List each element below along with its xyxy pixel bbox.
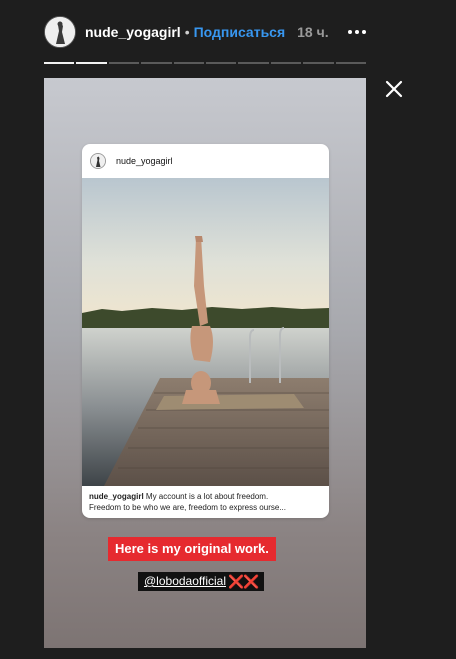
progress-segment xyxy=(44,62,75,64)
caption-text-line2: Freedom to be who we are, freedom to exp… xyxy=(89,503,286,512)
story-header: nude_yogagirl • Подписаться 18 ч. xyxy=(44,14,366,50)
progress-segment xyxy=(108,62,140,64)
caption-username: nude_yogagirl xyxy=(89,492,144,501)
timestamp: 18 ч. xyxy=(297,24,329,40)
avatar[interactable] xyxy=(44,16,76,48)
username[interactable]: nude_yogagirl xyxy=(85,24,181,40)
story-progress xyxy=(44,62,367,64)
post-photo xyxy=(82,178,329,486)
post-avatar xyxy=(90,153,106,169)
cross-mark-emoji: ❌❌ xyxy=(228,574,259,589)
close-icon[interactable] xyxy=(384,79,404,99)
more-options-icon[interactable] xyxy=(340,26,366,38)
progress-segment xyxy=(206,62,237,64)
post-header: nude_yogagirl xyxy=(82,144,329,178)
avatar-image xyxy=(45,17,75,47)
progress-segment xyxy=(270,62,302,64)
separator-dot: • xyxy=(184,24,190,40)
progress-segment xyxy=(141,62,172,64)
progress-segment xyxy=(335,62,367,64)
story-canvas[interactable]: nude_yogagirl nude_yogagirl My account i… xyxy=(44,78,366,648)
caption-text-line1: My account is a lot about freedom. xyxy=(143,492,269,501)
text-sticker: Here is my original work. xyxy=(108,537,276,561)
subscribe-button[interactable]: Подписаться xyxy=(194,24,286,40)
progress-segment xyxy=(173,62,205,64)
shared-post-card[interactable]: nude_yogagirl nude_yogagirl My account i… xyxy=(82,144,329,518)
post-caption: nude_yogagirl My account is a lot about … xyxy=(89,491,325,513)
mention-handle[interactable]: @lobodaofficial xyxy=(144,572,226,591)
progress-segment xyxy=(303,62,334,64)
post-username: nude_yogagirl xyxy=(116,156,173,166)
mention-sticker[interactable]: @lobodaofficial ❌❌ xyxy=(138,572,265,591)
progress-segment xyxy=(238,62,269,64)
progress-segment xyxy=(76,62,107,64)
